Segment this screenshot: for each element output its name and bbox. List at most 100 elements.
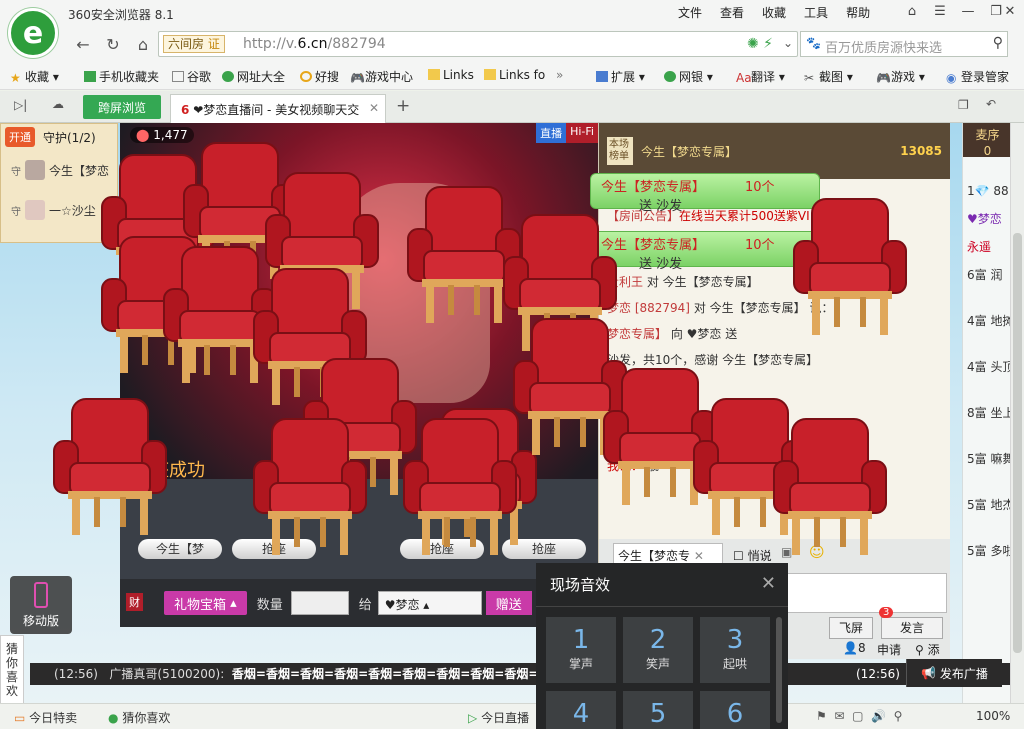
close-tab-icon[interactable]: ✕ xyxy=(369,101,379,115)
bookmark-extensions[interactable]: 扩展 ▾ xyxy=(596,68,645,85)
sfx-key-5[interactable]: 5 xyxy=(623,691,693,729)
tab-active[interactable]: 6 ❤梦恋直播间 - 美女视频聊天交 ✕ xyxy=(170,94,386,123)
menu-favorites[interactable]: 收藏 xyxy=(762,4,786,21)
open-guard-button[interactable]: 开通 xyxy=(5,127,35,147)
close-window-button[interactable]: ✕ xyxy=(996,0,1024,22)
app-title: 360安全浏览器 8.1 xyxy=(68,8,174,22)
bookmark-hao[interactable]: 网址大全 xyxy=(222,68,285,85)
scroll-thumb[interactable] xyxy=(1013,233,1022,653)
whisper-checkbox[interactable]: ☐ 悄说 xyxy=(733,547,772,564)
refresh-button[interactable]: ↻ xyxy=(100,32,126,56)
top-user[interactable]: 今生【梦恋专属】 xyxy=(641,143,737,160)
sfx-key-1[interactable]: 1 掌声 xyxy=(546,617,616,683)
qty-input[interactable] xyxy=(290,591,349,615)
gift-bar: 财 礼物宝箱 ▴ 数量 给 ♥梦恋 ▴ 赠送 充值 xyxy=(120,579,598,627)
publish-broadcast-button[interactable]: 📢 发布广播 xyxy=(906,659,1002,687)
sidebar-toggle-icon[interactable]: ▷| xyxy=(14,98,27,112)
chair-icon xyxy=(400,413,520,563)
sfx-key-3[interactable]: 3 起哄 xyxy=(700,617,770,683)
status-icons[interactable]: ⚑ ✉ ▢ 🔊 ⚲ xyxy=(816,709,902,723)
phone-icon xyxy=(34,582,48,608)
restore-tab-icon[interactable]: ❐ xyxy=(958,98,969,112)
sfx-key-6[interactable]: 6 xyxy=(700,691,770,729)
qty-label: 数量 xyxy=(256,597,283,613)
page-scrollbar[interactable] xyxy=(1010,123,1024,703)
rank-board-tag[interactable]: 本场榜单 xyxy=(607,137,633,165)
search-field[interactable]: 🐾 百万优质房源快来选 ⚲ xyxy=(800,31,1008,57)
dropdown-icon[interactable]: ⌄ xyxy=(783,36,793,50)
bookmark-google[interactable]: 谷歌 xyxy=(172,68,211,85)
guess-link[interactable]: ● 猜你喜欢 xyxy=(108,709,170,726)
fly-screen-button[interactable]: 飞屏 xyxy=(829,617,873,639)
chat-top: 本场榜单 今生【梦恋专属】 13085 xyxy=(599,123,950,179)
rank-item[interactable]: 6富 润 xyxy=(963,263,1010,309)
search-icon[interactable]: ⚲ xyxy=(993,35,1003,51)
security-icon[interactable]: ✺ ⚡ xyxy=(747,36,773,52)
popup-scrollbar[interactable] xyxy=(776,617,782,723)
zoom-level[interactable]: 100% xyxy=(976,709,1010,723)
bookmark-game-center[interactable]: 🎮游戏中心 xyxy=(350,68,413,85)
bookmark-haosou[interactable]: 好搜 xyxy=(300,68,339,85)
undo-close-icon[interactable]: ↶ xyxy=(986,97,996,111)
today-sale-link[interactable]: ▭ 今日特卖 xyxy=(14,709,77,726)
cross-screen-button[interactable]: 跨屏浏览 xyxy=(83,95,161,119)
search-engine-icon[interactable]: 🐾 xyxy=(806,36,821,50)
chat-target-tab[interactable]: 今生【梦恋专 ✕ xyxy=(613,543,723,565)
gift-banner: 今生【梦恋专属】 10个 送 沙发 xyxy=(590,173,820,214)
bookmark-links-fo[interactable]: Links fo xyxy=(484,68,545,82)
back-button[interactable]: ← xyxy=(70,32,96,56)
speak-button[interactable]: 发言 xyxy=(881,617,943,639)
rank-item[interactable]: ♥梦恋 xyxy=(963,207,1010,235)
rank-item[interactable]: 5富 嘛舞苍 xyxy=(963,447,1010,493)
cloud-icon[interactable]: ☁ xyxy=(52,97,64,111)
avatar xyxy=(25,160,45,180)
bookmark-mobile[interactable]: 手机收藏夹 xyxy=(84,68,159,85)
wealth-icon: 财 xyxy=(126,593,143,611)
bookmark-screenshot[interactable]: ✂ 截图 ▾ xyxy=(804,68,853,85)
browser-logo-icon[interactable]: e xyxy=(8,8,58,58)
apply-link[interactable]: 申请 xyxy=(877,641,901,658)
bookmark-favorites[interactable]: ★ 收藏 ▾ xyxy=(10,68,59,85)
bookmark-games[interactable]: 🎮游戏 ▾ xyxy=(876,68,925,85)
menu-file[interactable]: 文件 xyxy=(678,4,702,21)
home-button[interactable]: ⌂ xyxy=(130,32,156,56)
today-live-link[interactable]: ▷ 今日直播 xyxy=(468,709,529,726)
more-bookmarks-icon[interactable]: » xyxy=(556,68,563,82)
new-tab-button[interactable]: + xyxy=(396,96,410,116)
site-tag: 六间房 证 xyxy=(163,35,225,53)
gift-box-button[interactable]: 礼物宝箱 ▴ xyxy=(164,591,247,615)
menu-icon[interactable]: ☰ xyxy=(926,0,954,22)
url-field[interactable]: 六间房 证 http://v.6.cn/882794 ✺ ⚡ ⌄ xyxy=(158,31,798,57)
rank-item[interactable]: 1💎 88 xyxy=(963,179,1010,207)
six-cn-icon: 6 xyxy=(181,103,190,117)
chair-icon xyxy=(250,413,370,563)
bookmark-links[interactable]: Links xyxy=(428,68,474,82)
bookmark-bank[interactable]: 网银 ▾ xyxy=(664,68,713,85)
rank-item[interactable]: 5富 地杰天 xyxy=(963,493,1010,539)
tab-bar: ▷| ☁ 跨屏浏览 6 ❤梦恋直播间 - 美女视频聊天交 ✕ + ❐ ↶ xyxy=(0,91,1024,123)
bookmark-translate[interactable]: Aa翻译 ▾ xyxy=(736,68,785,85)
menu-tools[interactable]: 工具 xyxy=(804,4,828,21)
recipient-select[interactable]: ♥梦恋 ▴ xyxy=(377,591,482,615)
bookmarks-bar: ★ 收藏 ▾ 手机收藏夹 谷歌 网址大全 好搜 🎮游戏中心 Links Links… xyxy=(0,60,1024,90)
rank-item[interactable]: 4富 头顶西 xyxy=(963,355,1010,401)
send-gift-button[interactable]: 赠送 xyxy=(485,591,532,615)
rank-item[interactable]: 8富 坐上窗 xyxy=(963,401,1010,447)
sfx-key-4[interactable]: 4 xyxy=(546,691,616,729)
menu-view[interactable]: 查看 xyxy=(720,4,744,21)
rank-item[interactable]: 5富 多啦A xyxy=(963,539,1010,585)
guess-you-like-side[interactable]: 猜你喜欢 xyxy=(0,635,24,703)
address-bar: ← ↻ ⌂ 六间房 证 http://v.6.cn/882794 ✺ ⚡ ⌄ 🐾… xyxy=(0,28,1024,60)
menu-help[interactable]: 帮助 xyxy=(846,4,870,21)
mic-queue-column: 麦序0 1💎 88 ♥梦恋 永遥 6富 润 4富 地摊音 4富 头顶西 8富 坐… xyxy=(962,123,1010,703)
sound-effects-popup: 现场音效 ✕ 1 掌声 2 笑声 3 起哄 4 5 6 xyxy=(536,563,788,729)
to-label: 给 xyxy=(358,597,372,613)
rank-item[interactable]: 4富 地摊音 xyxy=(963,309,1010,355)
sfx-key-2[interactable]: 2 笑声 xyxy=(623,617,693,683)
mobile-version-button[interactable]: 移动版 xyxy=(10,576,72,634)
rank-item[interactable]: 永遥 xyxy=(963,235,1010,263)
close-popup-icon[interactable]: ✕ xyxy=(761,573,776,594)
bookmark-login-manager[interactable]: ◉ 登录管家 xyxy=(946,68,1009,85)
skin-icon[interactable]: ⌂ xyxy=(898,0,926,22)
minimize-button[interactable]: — xyxy=(954,0,982,22)
